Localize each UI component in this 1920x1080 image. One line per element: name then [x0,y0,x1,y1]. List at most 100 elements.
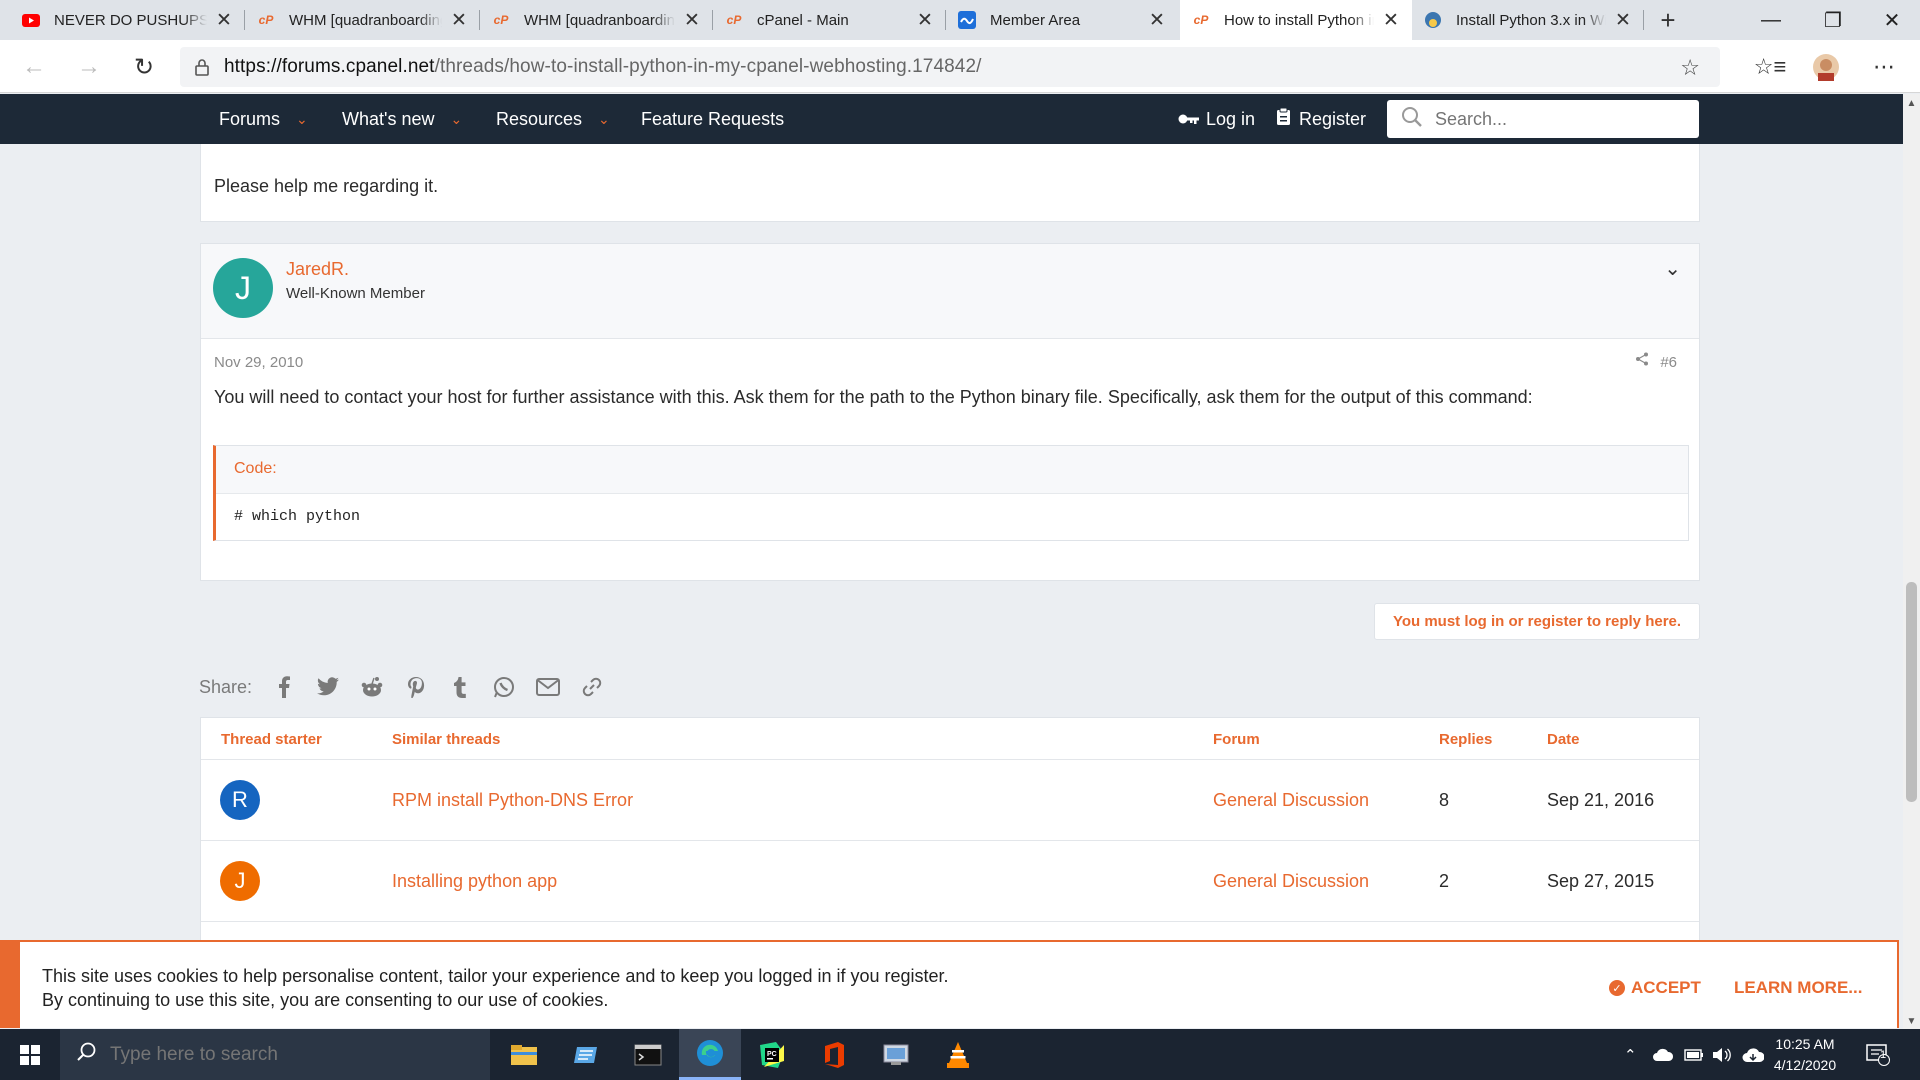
youtube-icon [22,11,40,29]
chevron-down-icon[interactable]: ⌄ [1664,256,1681,281]
login-to-reply-button[interactable]: You must log in or register to reply her… [1374,603,1700,640]
close-tab-icon[interactable]: ✕ [683,9,701,32]
url-text: https://forums.cpanel.net/threads/how-to… [224,56,982,78]
tab-title: cPanel - Main [757,11,849,29]
scroll-down-arrow-icon[interactable]: ▼ [1903,1016,1920,1027]
terminal-icon[interactable] [617,1029,679,1080]
scroll-up-arrow-icon[interactable]: ▲ [1903,98,1920,109]
windows-taskbar: PC ⌃ 10:25 AM 4/12/2020 1 [0,1029,1920,1080]
login-link[interactable]: Log in [1178,94,1255,144]
twitter-icon[interactable] [306,670,350,704]
close-tab-icon[interactable]: ✕ [1148,9,1166,32]
close-tab-icon[interactable]: ✕ [1614,9,1632,32]
accept-cookies-button[interactable]: ✓ ACCEPT [1609,978,1701,998]
control-panel-icon[interactable] [865,1029,927,1080]
taskbar-search[interactable] [60,1029,490,1080]
close-window-button[interactable]: ✕ [1866,0,1918,40]
svg-text:PC: PC [767,1051,777,1058]
browser-tab[interactable]: cP WHM [quadranboarding] ✕ [480,0,713,40]
battery-icon[interactable] [1684,1029,1704,1080]
share-icon[interactable] [1635,352,1649,371]
more-menu-icon[interactable]: ⋯ [1866,50,1902,84]
new-tab-button[interactable]: + [1648,0,1688,40]
restore-button[interactable]: ❐ [1807,0,1859,40]
forum-link[interactable]: General Discussion [1213,871,1369,892]
post-date[interactable]: Nov 29, 2010 [214,354,303,371]
similar-threads-table: Thread starter Similar threads Forum Rep… [200,717,1700,947]
clock-date: 4/12/2020 [1773,1057,1837,1073]
thread-title-link[interactable]: Installing python app [392,871,557,892]
tumblr-icon[interactable] [438,670,482,704]
search-icon [76,1042,96,1067]
browser-tab-active[interactable]: cP How to install Python in my cPanel ✕ [1180,0,1412,40]
avatar[interactable]: J [213,258,273,318]
post-username[interactable]: JaredR. [286,259,349,280]
taskbar-clock[interactable]: 10:25 AM 4/12/2020 [1760,1034,1850,1076]
show-hidden-icons-button[interactable]: ⌃ [1624,1029,1637,1080]
tab-title: Member Area [990,11,1081,29]
chevron-down-icon[interactable]: ⌄ [598,111,610,128]
thread-date[interactable]: Sep 27, 2015 [1547,871,1654,892]
post-number[interactable]: #6 [1660,354,1677,371]
nav-whats-new[interactable]: What's new ⌄ [342,94,462,144]
avatar[interactable]: R [220,780,260,820]
facebook-icon[interactable] [262,670,306,704]
forum-search[interactable] [1387,100,1699,138]
forward-button[interactable]: → [70,48,108,86]
close-tab-icon[interactable]: ✕ [1382,9,1400,32]
link-icon[interactable] [570,670,614,704]
scrollbar-thumb[interactable] [1906,582,1917,802]
browser-tab[interactable]: Member Area ✕ [946,0,1178,40]
refresh-button[interactable]: ↻ [125,48,163,86]
pycharm-icon[interactable]: PC [741,1029,803,1080]
learn-more-button[interactable]: LEARN MORE... [1734,978,1862,998]
search-input[interactable] [1435,108,1675,130]
notification-center-icon[interactable]: 1 [1866,1029,1890,1080]
notes-app-icon[interactable] [555,1029,617,1080]
tab-title: WHM [quadranboarding] [289,11,442,29]
browser-tab-strip: NEVER DO PUSHUPS LIKE THIS ✕ cP WHM [qua… [0,0,1920,40]
code-content[interactable]: # which python [216,494,1688,540]
close-tab-icon[interactable]: ✕ [215,9,233,32]
table-row[interactable]: J Installing python app General Discussi… [201,841,1699,922]
favorites-icon[interactable]: ☆≡ [1752,50,1788,84]
nav-feature-requests[interactable]: Feature Requests [641,94,784,144]
browser-tab[interactable]: NEVER DO PUSHUPS LIKE THIS ✕ [10,0,245,40]
register-link[interactable]: Register [1276,94,1366,144]
page-scrollbar[interactable]: ▲ ▼ [1903,94,1920,1029]
browser-tab[interactable]: cP cPanel - Main ✕ [713,0,946,40]
taskbar-search-input[interactable] [110,1043,470,1066]
user-title: Well-Known Member [286,285,425,302]
reddit-icon[interactable] [350,670,394,704]
pinterest-icon[interactable] [394,670,438,704]
thread-date[interactable]: Sep 21, 2016 [1547,790,1654,811]
whatsapp-icon[interactable] [482,670,526,704]
nav-forums[interactable]: Forums ⌄ [219,94,308,144]
profile-avatar[interactable] [1808,50,1844,84]
vlc-icon[interactable] [927,1029,989,1080]
avatar[interactable]: J [220,861,260,901]
browser-tab[interactable]: cP WHM [quadranboarding] ✕ [245,0,480,40]
minimize-button[interactable]: — [1745,0,1797,40]
chevron-down-icon[interactable]: ⌄ [450,111,462,128]
volume-icon[interactable] [1712,1029,1732,1080]
favorite-star-icon[interactable]: ☆ [1680,55,1700,81]
file-explorer-icon[interactable] [493,1029,555,1080]
office-icon[interactable] [803,1029,865,1080]
nav-resources[interactable]: Resources ⌄ [496,94,610,144]
chevron-down-icon[interactable]: ⌄ [296,111,308,128]
table-row[interactable]: R RPM install Python-DNS Error General D… [201,760,1699,841]
start-button[interactable] [0,1029,60,1080]
close-tab-icon[interactable]: ✕ [450,9,468,32]
onedrive-icon[interactable] [1652,1029,1674,1080]
browser-tab[interactable]: Install Python 3.x in Windows ✕ [1412,0,1644,40]
back-button[interactable]: ← [15,48,53,86]
forum-link[interactable]: General Discussion [1213,790,1369,811]
edge-browser-icon[interactable] [679,1029,741,1080]
address-bar[interactable]: https://forums.cpanel.net/threads/how-to… [180,47,1720,87]
close-tab-icon[interactable]: ✕ [916,9,934,32]
thread-title-link[interactable]: RPM install Python-DNS Error [392,790,633,811]
table-header: Thread starter Similar threads Forum Rep… [201,718,1699,760]
cpanel-icon: cP [258,13,274,27]
email-icon[interactable] [526,670,570,704]
